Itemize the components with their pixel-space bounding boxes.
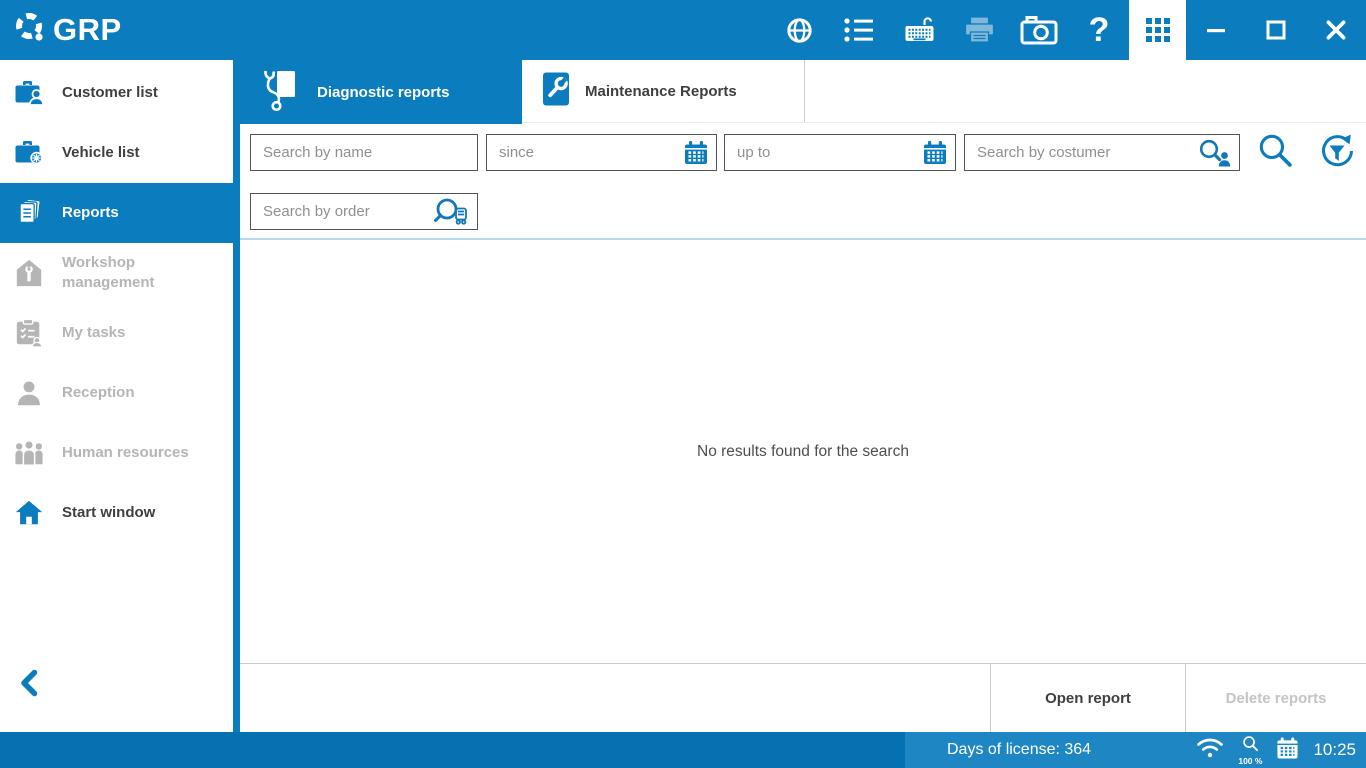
top-bar: GRP [0,0,1366,60]
action-bar: Open report Delete reports [240,663,1366,732]
search-by-name-field[interactable] [250,134,478,171]
search-person-icon[interactable] [1196,138,1239,168]
app-title: GRP [53,12,122,48]
open-report-button[interactable]: Open report [990,664,1186,732]
help-icon[interactable]: ? [1069,0,1129,60]
clock-text: 10:25 [1313,740,1356,760]
search-by-order-field[interactable] [250,193,478,230]
briefcase-wheel-icon [13,137,45,169]
sidebar-item-reports[interactable]: Reports [0,183,240,243]
printer-icon[interactable] [949,0,1009,60]
close-button[interactable] [1306,0,1366,60]
filter-reset-icon [1318,132,1356,175]
sidebar-accent-strip [233,60,240,732]
sidebar-item-my-tasks[interactable]: My tasks [0,303,233,363]
delete-reports-button[interactable]: Delete reports [1186,664,1366,732]
sidebar-item-label: Vehicle list [62,143,140,163]
search-by-customer-input[interactable] [965,144,1196,161]
since-date-field[interactable] [486,134,717,171]
house-wrench-icon [13,257,45,289]
documents-icon [13,197,45,229]
search-by-customer-field[interactable] [964,134,1240,171]
sidebar-item-label: Human resources [62,443,189,463]
camera-icon[interactable] [1009,0,1069,60]
stethoscope-report-icon [260,67,302,117]
tab-diagnostic-reports[interactable]: Diagnostic reports [240,60,522,124]
delete-reports-label: Delete reports [1226,690,1327,707]
sidebar-item-label: Start window [62,503,155,523]
empty-results-message: No results found for the search [697,443,909,461]
search-icon [1257,132,1294,174]
chevron-left-icon [18,684,40,701]
calendar-icon[interactable] [1276,736,1299,765]
minimize-button[interactable] [1186,0,1246,60]
maximize-button[interactable] [1246,0,1306,60]
sidebar-item-human-resources[interactable]: Human resources [0,423,233,483]
calendar-icon[interactable] [683,140,716,166]
briefcase-person-icon [13,77,45,109]
tab-bar: Diagnostic reports Maintenance Reports [240,60,1366,123]
tab-maintenance-reports[interactable]: Maintenance Reports [522,60,805,122]
topbar-toolbar: ? [769,0,1366,60]
zoom-level-text: 100 % [1238,757,1262,766]
keyboard-icon[interactable] [889,0,949,60]
wrench-icon [542,71,570,111]
wifi-icon[interactable] [1196,736,1224,764]
sidebar-item-vehicle-list[interactable]: Vehicle list [0,123,233,183]
app-logo: GRP [0,11,122,50]
status-bar: Days of license: 364 [0,732,1366,768]
clipboard-person-icon [13,317,45,349]
results-area: No results found for the search [240,240,1366,663]
sidebar-item-customer-list[interactable]: Customer list [0,63,233,123]
list-icon[interactable] [829,0,889,60]
sidebar-item-label: Workshop management [62,253,212,294]
globe-icon[interactable] [769,0,829,60]
sidebar-item-reception[interactable]: Reception [0,363,233,423]
sidebar-item-workshop-management[interactable]: Workshop management [0,243,233,303]
zoom-indicator[interactable]: 100 % [1238,735,1262,766]
up-to-date-field[interactable] [724,134,956,171]
since-date-input[interactable] [487,144,683,161]
up-to-date-input[interactable] [725,144,922,161]
status-bar-right-segment: Days of license: 364 [905,732,1366,768]
sidebar-collapse-button[interactable] [18,669,40,702]
home-icon [13,497,45,529]
calendar-icon[interactable] [922,140,955,166]
zoom-magnifier-icon [1242,735,1259,756]
sidebar-item-label: Customer list [62,83,158,103]
search-by-order-input[interactable] [251,203,432,220]
search-button[interactable] [1255,133,1295,173]
filter-reset-button[interactable] [1317,133,1357,173]
sidebar-item-label: My tasks [62,323,125,343]
tab-label: Diagnostic reports [317,84,450,101]
sidebar-item-start-window[interactable]: Start window [0,483,233,543]
sidebar-item-label: Reception [62,383,135,403]
people-icon [13,437,45,469]
search-by-name-input[interactable] [251,144,477,161]
person-icon [13,377,45,409]
open-report-label: Open report [1045,690,1131,707]
license-days-text: Days of license: 364 [947,741,1091,759]
sidebar: Customer list Vehicle list [0,60,233,732]
main-content: Diagnostic reports Maintenance Reports [240,60,1366,732]
tab-label: Maintenance Reports [585,83,737,100]
status-icons: 100 % 10:25 [1196,735,1366,766]
grp-logo-icon [13,11,47,50]
filter-panel [240,123,1366,240]
app-window: GRP [0,0,1366,768]
apps-grid-icon[interactable] [1129,0,1186,60]
search-truck-icon[interactable] [432,197,477,227]
sidebar-item-label: Reports [62,203,119,223]
